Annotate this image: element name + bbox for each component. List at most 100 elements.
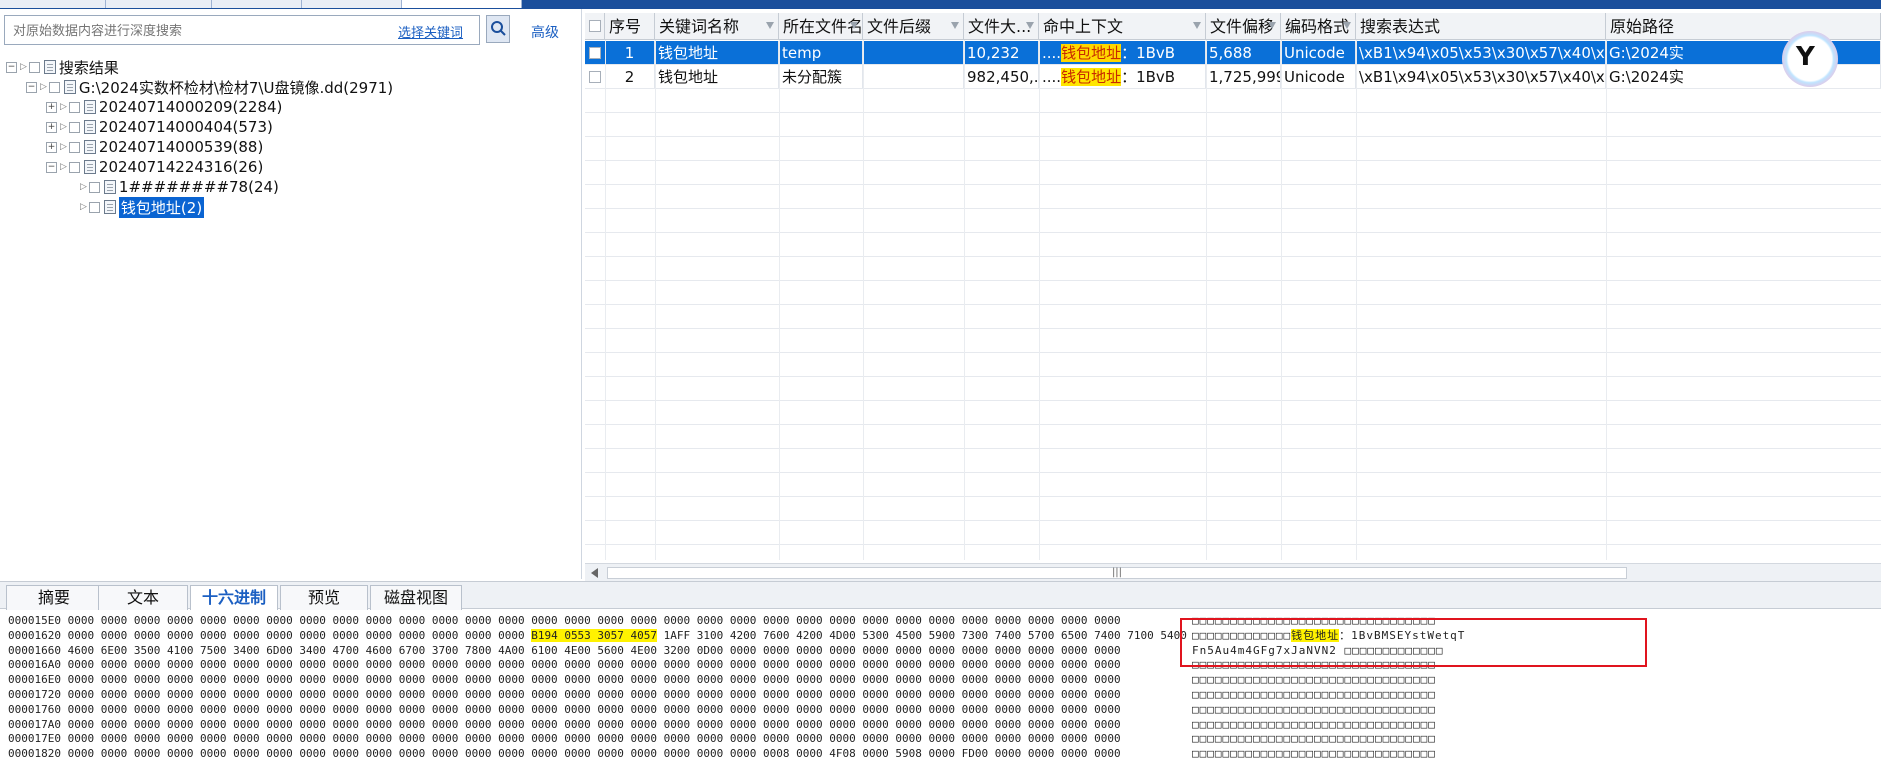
grid-column-line [1039,40,1040,560]
app-logo: Y [1782,31,1838,87]
tree-node-label: 搜索结果 [58,58,119,77]
cell-context: ....钱包地址：1BvB [1039,65,1206,89]
cell-index: 1 [605,41,655,65]
select-all-checkbox[interactable] [589,20,601,32]
filter-icon[interactable] [951,22,959,29]
document-icon [83,120,96,134]
top-tab-4[interactable] [302,0,402,8]
column-label: 关键词名称 [659,17,740,36]
collapse-icon[interactable]: − [26,81,37,93]
row-checkbox[interactable] [589,47,601,59]
tree-checkbox[interactable] [68,101,80,113]
cell-filename: 未分配簇 [779,65,863,89]
document-icon [83,140,96,154]
expand-icon[interactable]: + [46,101,57,113]
tab-summary[interactable]: 摘要 [6,585,102,610]
advanced-link[interactable]: 高级 [531,22,559,42]
tree-checkbox[interactable] [68,141,80,153]
scroll-left-icon[interactable] [591,568,598,578]
expand-icon[interactable]: + [46,141,57,153]
document-icon [83,160,96,174]
arrow-icon: ▷ [20,62,27,72]
hex-offset: 00001660 [8,643,68,657]
column-header-offset[interactable]: 文件偏移 [1206,13,1281,40]
hex-row: 00001620 0000 0000 0000 0000 0000 0000 0… [8,628,1187,643]
hex-bytes: 0000 0000 0000 0000 0000 0000 0000 0000 … [67,673,1121,687]
column-header-path[interactable]: 原始路径 [1606,13,1881,40]
grid-column-line [779,40,780,560]
cell-context: ....钱包地址：1BvB [1039,41,1206,65]
horizontal-scrollbar[interactable]: ||| [585,563,1881,581]
column-header-suffix[interactable]: 文件后缀 [863,13,964,40]
tree-checkbox[interactable] [88,201,100,213]
tree-checkbox[interactable] [88,181,100,193]
arrow-icon: ▷ [80,202,87,212]
search-button[interactable] [486,15,510,43]
top-tab-5[interactable] [402,0,522,8]
expand-icon[interactable]: + [46,121,57,133]
row-checkbox[interactable] [589,71,601,83]
document-icon [63,80,76,94]
filter-icon[interactable] [850,22,858,29]
filter-icon[interactable] [1193,22,1201,29]
grid-column-line [1281,40,1282,560]
tree-checkbox[interactable] [48,81,60,93]
results-grid: 序号 关键词名称 所在文件名 文件后缀 文件大... 命中上下文 文件偏移 编码… [585,13,1881,581]
document-icon [103,180,116,194]
hex-bytes: 4600 6E00 3500 4100 7500 3400 6D00 3400 … [67,643,1121,657]
filter-icon[interactable] [1026,22,1034,29]
tab-disk-view[interactable]: 磁盘视图 [370,585,462,610]
column-header-expression[interactable]: 搜索表达式 [1356,13,1606,40]
hex-offset: 000017E0 [8,732,68,746]
scroll-grip: ||| [1111,567,1123,578]
cell-size: 10,232 [964,41,1039,65]
select-keyword-link[interactable]: 选择关键词 [398,22,464,41]
grid-column-line [1606,40,1607,560]
cell-size: 982,450,... [964,65,1039,89]
scroll-thumb[interactable]: ||| [607,567,1627,579]
tab-text[interactable]: 文本 [98,585,188,610]
hex-bytes: 0000 0000 0000 0000 0000 0000 0000 0000 … [67,658,1121,672]
column-header-filename[interactable]: 所在文件名 [779,13,863,40]
column-header-size[interactable]: 文件大... [964,13,1039,40]
tree-node-folder[interactable]: + ▷ 20240714000209(2284) [46,97,282,117]
filter-icon[interactable] [1268,22,1276,29]
tree-node-folder[interactable]: + ▷ 20240714000404(573) [46,117,273,137]
filter-icon[interactable] [1343,22,1351,29]
tree-node-image[interactable]: − ▷ G:\2024实数杯检材\检材7\U盘镜像.dd(2971) [26,77,393,97]
collapse-icon[interactable]: − [46,161,57,173]
cell-offset: 1,725,999 [1206,65,1281,89]
tree-node-root[interactable]: − ▷ 搜索结果 [6,57,119,77]
tab-preview[interactable]: 预览 [280,585,368,610]
cell-suffix [863,41,964,65]
filter-icon[interactable] [766,22,774,29]
hex-row: 00001720 0000 0000 0000 0000 0000 0000 0… [8,687,1121,702]
top-tab-1[interactable] [0,0,106,8]
hex-bytes: 0000 0000 0000 0000 0000 0000 0000 0000 … [67,717,1121,731]
tree-node-keyword-selected[interactable]: ▷ 钱包地址(2) [66,196,205,218]
collapse-icon[interactable]: − [6,61,17,73]
hex-bytes: 0000 0000 0000 0000 0000 0000 0000 0000 … [67,628,532,642]
tab-hex[interactable]: 十六进制 [190,585,278,610]
tree-node-folder[interactable]: − ▷ 20240714224316(26) [46,157,263,177]
cell-path: G:\2024实 [1606,41,1881,65]
grid-column-line [863,40,864,560]
arrow-icon: ▷ [60,162,67,172]
header-select-all[interactable] [585,13,605,40]
column-header-encoding[interactable]: 编码格式 [1281,13,1356,40]
column-header-keyword[interactable]: 关键词名称 [655,13,779,40]
hex-ascii: □□□□□□□□□□□□□□□□□□□□□□□□□□□□□□□□ [1192,717,1436,731]
hex-offset: 000016A0 [8,658,68,672]
column-header-index[interactable]: 序号 [605,13,655,40]
hex-ascii: □□□□□□□□□□□□□□□□□□□□□□□□□□□□□□□□ [1192,673,1436,687]
tree-checkbox[interactable] [28,61,40,73]
hex-bytes: 0000 0000 0000 0000 0000 0000 0000 0000 … [67,732,1121,746]
column-header-context[interactable]: 命中上下文 [1039,13,1206,40]
top-tab-3[interactable] [212,0,302,8]
top-tab-2[interactable] [106,0,212,8]
tree-node-keyword[interactable]: ▷ 1########78(24) [66,177,279,197]
tree-checkbox[interactable] [68,161,80,173]
tree-checkbox[interactable] [68,121,80,133]
tree-node-folder[interactable]: + ▷ 20240714000539(88) [46,137,263,157]
cell-path: G:\2024实 [1606,65,1881,89]
